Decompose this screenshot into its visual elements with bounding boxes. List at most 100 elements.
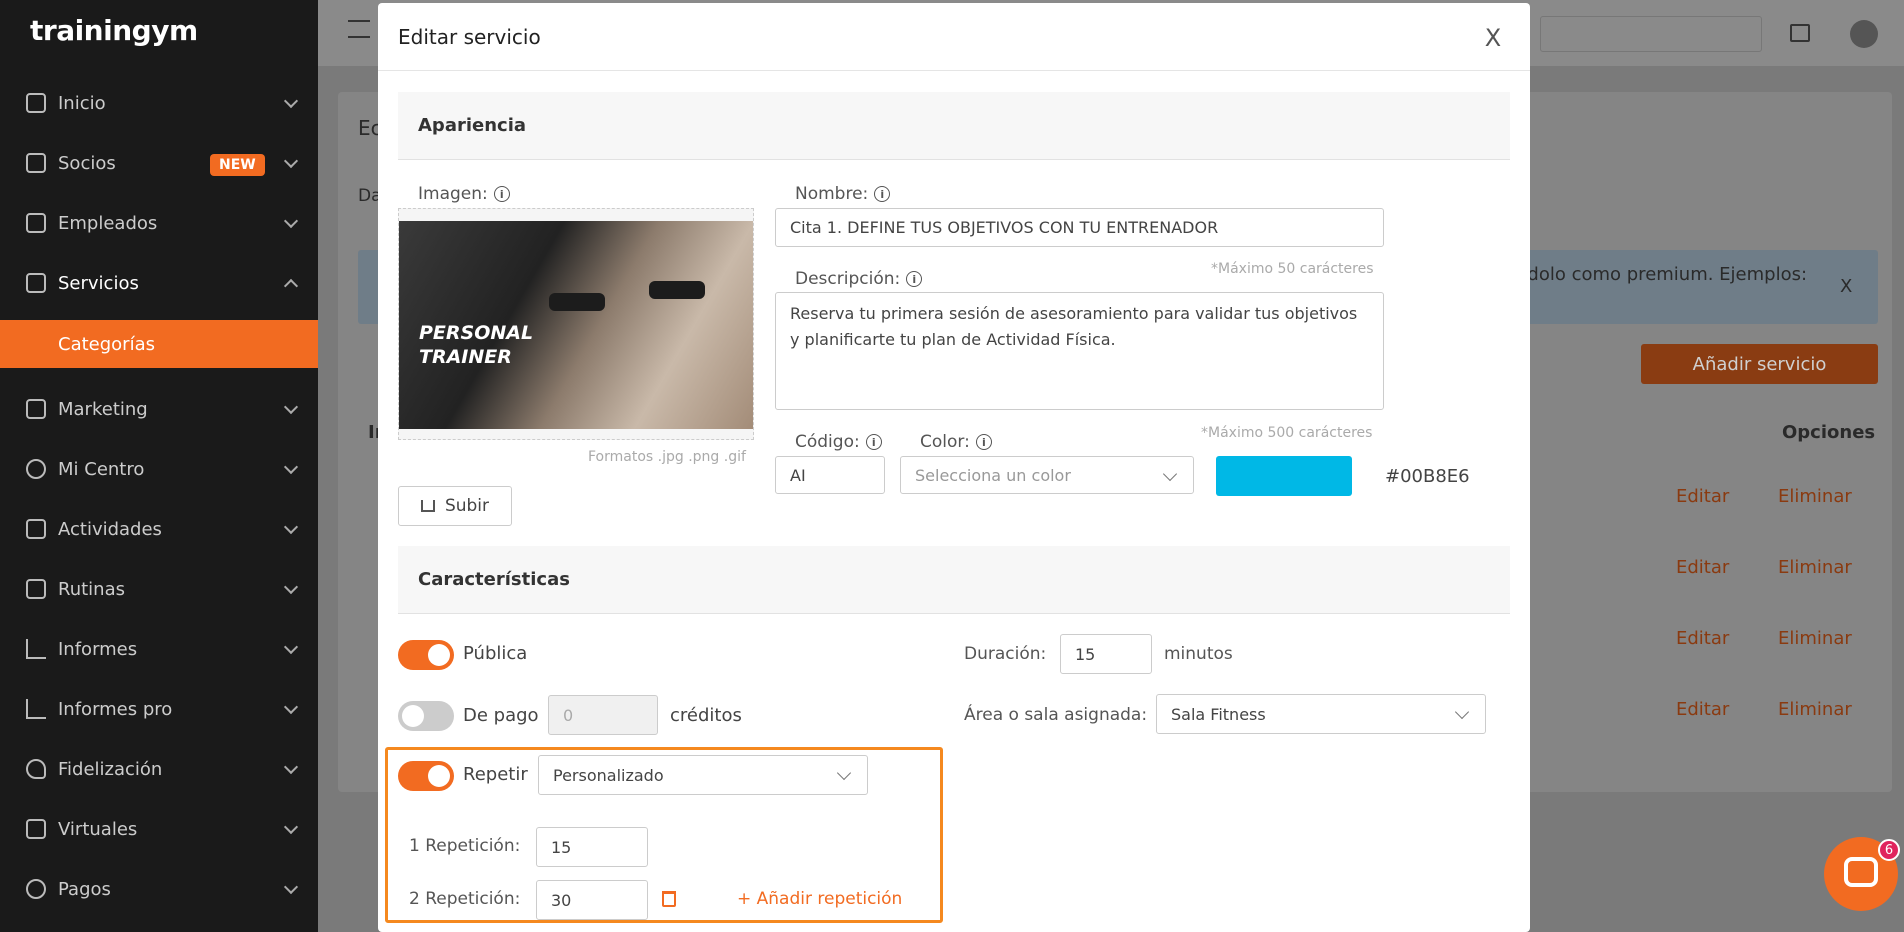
dumbbell-shape (549, 293, 605, 311)
sidebar-item-label: Rutinas (58, 578, 125, 600)
sidebar-item-label: Socios (58, 152, 116, 174)
color-swatch[interactable] (1216, 456, 1352, 496)
sidebar-item-mi-centro[interactable]: Mi Centro (0, 440, 318, 498)
sidebar-item-inicio[interactable]: Inicio (0, 74, 318, 132)
delete-link[interactable]: Eliminar (1778, 628, 1852, 649)
image-formats-hint: Formatos .jpg .png .gif (588, 449, 746, 465)
calendar-icon[interactable] (1790, 24, 1810, 42)
image-dropzone[interactable]: PERSONAL TRAINER (398, 208, 754, 440)
public-label: Pública (463, 643, 528, 664)
delete-link[interactable]: Eliminar (1778, 486, 1852, 507)
color-hex-value: #00B8E6 (1385, 466, 1470, 487)
duration-input[interactable]: 15 (1060, 634, 1152, 674)
options-column-header: Opciones (1782, 422, 1876, 443)
chevron-down-icon (1162, 466, 1178, 482)
sidebar-item-label: Inicio (58, 92, 106, 114)
room-select[interactable]: Sala Fitness (1156, 694, 1486, 734)
sidebar-item-informes[interactable]: Informes (0, 620, 318, 678)
image-caption: PERSONAL TRAINER (419, 322, 534, 368)
chevron-down-icon (283, 639, 299, 655)
duration-unit: minutos (1164, 644, 1233, 664)
chart-icon (26, 699, 46, 719)
chat-icon (1844, 857, 1878, 887)
paid-label: De pago (463, 705, 539, 726)
heart-icon (26, 759, 46, 779)
credits-label: créditos (670, 705, 742, 726)
badge-icon (26, 213, 46, 233)
app-logo: trainingym (30, 14, 198, 47)
sidebar: trainingym Inicio Socios NEW Empleados S… (0, 0, 318, 932)
sidebar-item-marketing[interactable]: Marketing (0, 380, 318, 438)
new-badge: NEW (210, 154, 265, 176)
public-toggle[interactable] (398, 640, 454, 670)
code-label: Código: i (795, 432, 882, 452)
delete-link[interactable]: Eliminar (1778, 557, 1852, 578)
chevron-down-icon (1454, 704, 1470, 720)
credits-input[interactable]: 0 (548, 695, 658, 735)
paid-toggle[interactable] (398, 701, 454, 731)
chevron-down-icon (283, 459, 299, 475)
id-card-icon (26, 153, 46, 173)
sidebar-item-label: Servicios (58, 272, 139, 294)
upload-button[interactable]: Subir (398, 486, 512, 526)
edit-link[interactable]: Editar (1676, 699, 1729, 720)
name-label: Nombre: i (795, 184, 891, 204)
modal-title: Editar servicio (378, 3, 1530, 71)
chevron-down-icon (283, 579, 299, 595)
sidebar-item-rutinas[interactable]: Rutinas (0, 560, 318, 618)
sidebar-item-label: Informes (58, 638, 138, 660)
toggle-knob (402, 705, 424, 727)
sidebar-item-label: Mi Centro (58, 458, 145, 480)
toggle-knob (428, 644, 450, 666)
sidebar-item-pagos[interactable]: Pagos (0, 860, 318, 918)
sidebar-item-actividades[interactable]: Actividades (0, 500, 318, 558)
chevron-down-icon (283, 879, 299, 895)
user-avatar[interactable] (1850, 20, 1878, 48)
dumbbell-shape (649, 281, 705, 299)
code-input[interactable]: AI (775, 456, 885, 494)
location-pin-icon (26, 459, 46, 479)
info-icon[interactable]: i (975, 434, 992, 450)
video-icon (26, 819, 46, 839)
sidebar-item-label: Empleados (58, 212, 158, 234)
coin-icon (26, 879, 46, 899)
edit-link[interactable]: Editar (1676, 486, 1729, 507)
info-icon[interactable]: i (865, 434, 882, 450)
edit-link[interactable]: Editar (1676, 557, 1729, 578)
chevron-up-icon (283, 278, 299, 294)
edit-link[interactable]: Editar (1676, 628, 1729, 649)
home-icon (26, 93, 46, 113)
sidebar-item-servicios[interactable]: Servicios (0, 254, 318, 312)
background-notice-close[interactable]: X (1840, 276, 1852, 297)
service-image: PERSONAL TRAINER (399, 221, 753, 429)
calendar-icon (26, 519, 46, 539)
sidebar-subitem-categorias[interactable]: Categorías (0, 320, 318, 368)
color-select[interactable]: Selecciona un color (900, 456, 1194, 494)
name-input[interactable]: Cita 1. DEFINE TUS OBJETIVOS CON TU ENTR… (775, 208, 1384, 247)
sidebar-item-empleados[interactable]: Empleados (0, 194, 318, 252)
document-icon (26, 273, 46, 293)
info-icon[interactable]: i (493, 186, 510, 202)
chevron-down-icon (283, 399, 299, 415)
list-icon (26, 579, 46, 599)
name-max-hint: *Máximo 50 carácteres (1211, 261, 1374, 277)
sidebar-item-virtuales[interactable]: Virtuales (0, 800, 318, 858)
info-icon[interactable]: i (906, 271, 923, 287)
close-icon[interactable]: X (1482, 26, 1504, 50)
menu-toggle-icon[interactable] (348, 20, 370, 38)
color-label: Color: i (920, 432, 992, 452)
delete-link[interactable]: Eliminar (1778, 699, 1852, 720)
description-textarea[interactable]: Reserva tu primera sesión de asesoramien… (775, 292, 1384, 410)
sidebar-item-informes-pro[interactable]: Informes pro (0, 680, 318, 738)
sidebar-item-fidelizacion[interactable]: Fidelización (0, 740, 318, 798)
chevron-down-icon (283, 819, 299, 835)
chevron-down-icon (283, 699, 299, 715)
header-select[interactable] (1540, 16, 1762, 52)
add-service-button[interactable]: Añadir servicio (1641, 344, 1878, 384)
chevron-down-icon (283, 519, 299, 535)
sidebar-item-label: Virtuales (58, 818, 138, 840)
sidebar-item-socios[interactable]: Socios NEW (0, 134, 318, 192)
background-notice-text: ndolo como premium. Ejemplos: (1516, 264, 1808, 285)
info-icon[interactable]: i (874, 186, 891, 202)
characteristics-section-header: Características (398, 546, 1510, 614)
